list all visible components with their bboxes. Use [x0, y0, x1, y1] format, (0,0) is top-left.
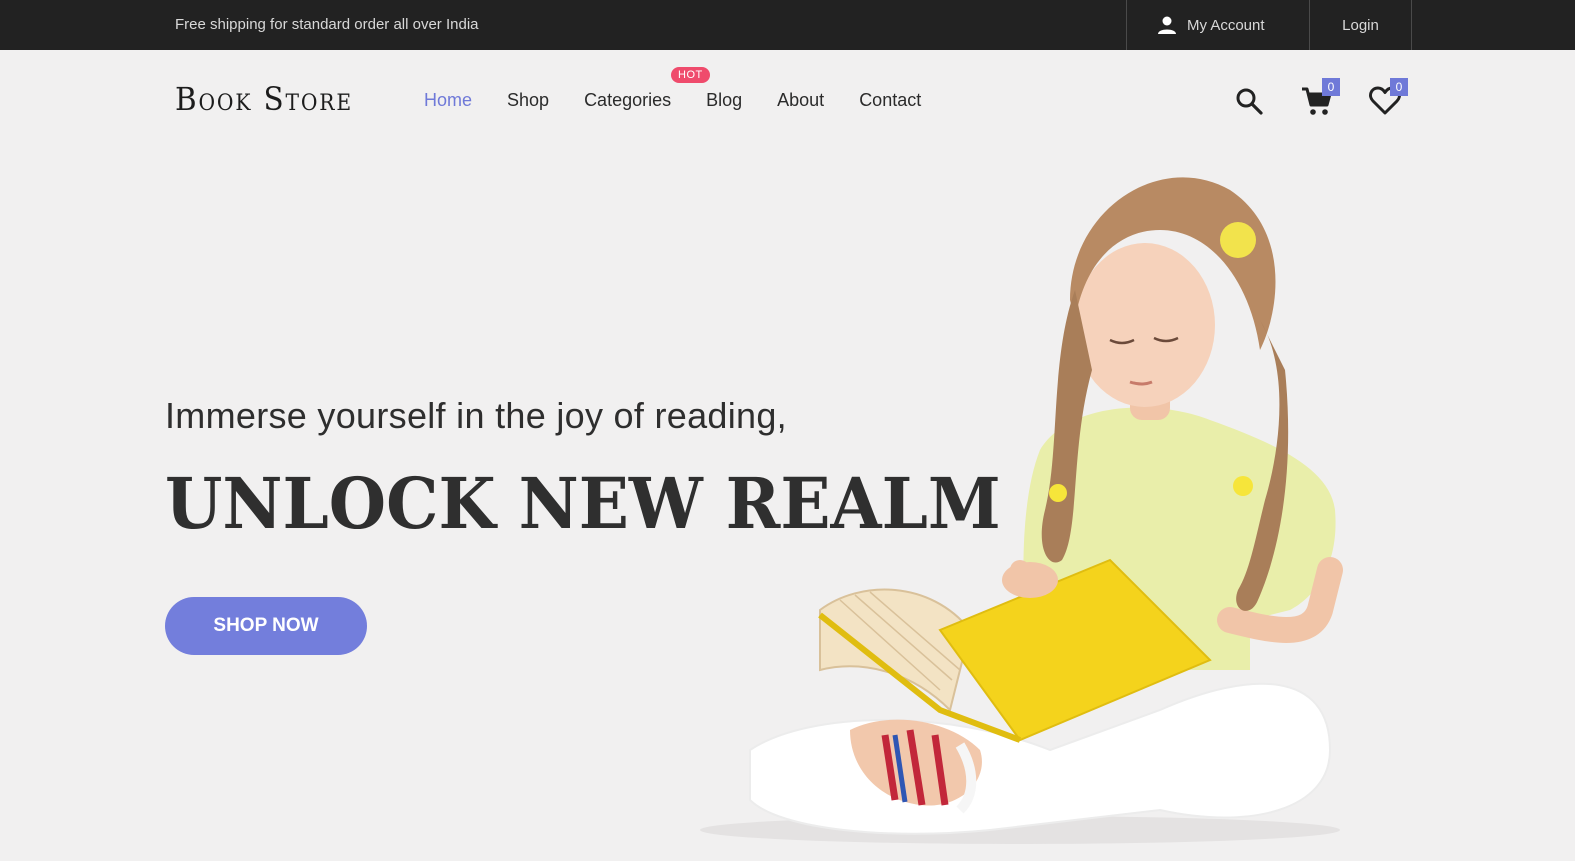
- login-link[interactable]: Login: [1309, 0, 1412, 50]
- hero-image: [700, 177, 1343, 844]
- my-account-label: My Account: [1187, 16, 1265, 34]
- wishlist-count-badge: 0: [1390, 78, 1408, 96]
- logo[interactable]: Book Store: [175, 80, 353, 118]
- nav-categories[interactable]: Categories: [584, 90, 671, 111]
- nav-blog[interactable]: Blog: [706, 90, 742, 111]
- wishlist-button[interactable]: 0: [1368, 78, 1408, 120]
- nav-about[interactable]: About: [777, 90, 824, 111]
- login-label: Login: [1342, 16, 1379, 34]
- main-nav: Home Shop Categories Blog About Contact: [424, 90, 921, 111]
- user-icon: [1158, 16, 1176, 34]
- shop-now-button[interactable]: SHOP NOW: [165, 597, 367, 655]
- cart-button[interactable]: 0: [1300, 78, 1340, 120]
- nav-home[interactable]: Home: [424, 90, 472, 111]
- my-account-link[interactable]: My Account: [1126, 0, 1309, 50]
- nav-contact[interactable]: Contact: [859, 90, 921, 111]
- top-bar: Free shipping for standard order all ove…: [0, 0, 1575, 50]
- cart-count-badge: 0: [1322, 78, 1340, 96]
- shipping-notice: Free shipping for standard order all ove…: [175, 16, 479, 33]
- top-bar-links: My Account Login: [1126, 0, 1412, 50]
- search-icon: [1236, 88, 1263, 115]
- hot-badge: HOT: [671, 67, 710, 83]
- nav-shop[interactable]: Shop: [507, 90, 549, 111]
- search-button[interactable]: [1233, 85, 1269, 121]
